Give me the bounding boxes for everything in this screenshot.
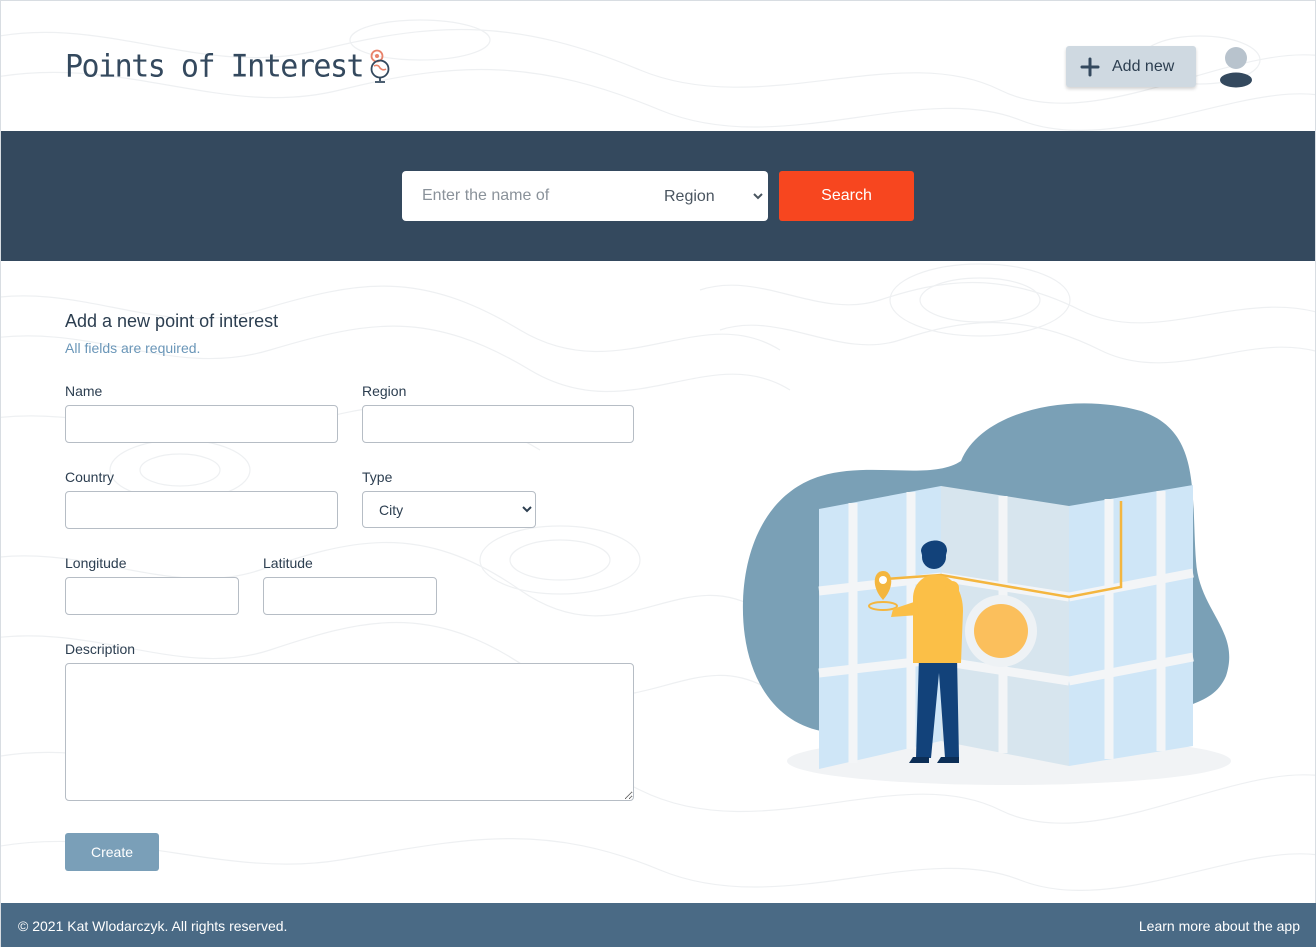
name-label: Name: [65, 383, 103, 399]
learn-more-link[interactable]: Learn more about the app: [1139, 918, 1300, 934]
app-footer: © 2021 Kat Wlodarczyk. All rights reserv…: [1, 903, 1316, 947]
longitude-label: Longitude: [65, 555, 127, 571]
add-new-label: Add new: [1112, 57, 1175, 75]
search-button[interactable]: Search: [779, 171, 914, 221]
app-header: Points of Interest Add new: [1, 1, 1315, 131]
country-field[interactable]: [65, 491, 338, 529]
latitude-label: Latitude: [263, 555, 313, 571]
region-select[interactable]: Region: [650, 182, 766, 210]
logo-text: Points of Interest: [65, 48, 365, 85]
description-field[interactable]: [65, 663, 634, 801]
form-title: Add a new point of interest: [65, 311, 279, 331]
description-label: Description: [65, 641, 136, 657]
form-subtitle: All fields are required.: [65, 340, 201, 356]
search-input[interactable]: [402, 172, 632, 220]
app-page: Points of Interest Add new Region: [0, 0, 1316, 947]
user-avatar-icon[interactable]: [1218, 45, 1254, 89]
country-label: Country: [65, 469, 115, 485]
type-label: Type: [362, 469, 393, 485]
map-panel-right: [1069, 485, 1193, 766]
region-field[interactable]: [362, 405, 634, 443]
name-field[interactable]: [65, 405, 338, 443]
longitude-field[interactable]: [65, 577, 239, 615]
map-person-illustration: [742, 403, 1231, 785]
create-button[interactable]: Create: [65, 833, 159, 871]
plus-icon: [1080, 57, 1100, 76]
logo[interactable]: Points of Interest: [65, 48, 395, 85]
add-new-button[interactable]: Add new: [1066, 46, 1196, 87]
type-select[interactable]: City: [362, 491, 536, 528]
add-point-form: Add a new point of interest All fields a…: [1, 261, 1315, 903]
plaza-circle: [974, 604, 1028, 658]
region-label: Region: [362, 383, 407, 399]
copyright-text: © 2021 Kat Wlodarczyk. All rights reserv…: [18, 917, 288, 934]
globe-pin-icon: [370, 49, 390, 83]
latitude-field[interactable]: [263, 577, 437, 615]
search-box: Region: [402, 171, 768, 221]
search-band: Region Search: [1, 131, 1315, 261]
